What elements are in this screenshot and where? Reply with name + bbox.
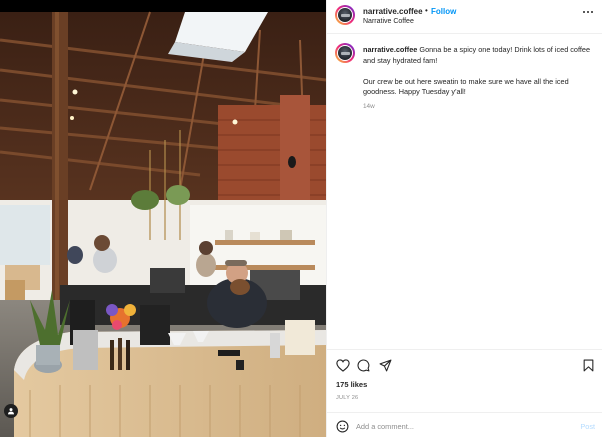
post-comment-button[interactable]: Post — [580, 422, 595, 431]
cafe-interior-photo — [0, 0, 326, 437]
caption-timestamp[interactable]: 14w — [363, 102, 595, 113]
caption-section: narrative.coffee Gonna be a spicy one to… — [327, 34, 602, 354]
caption-text: narrative.coffee Gonna be a spicy one to… — [363, 45, 595, 112]
follow-button[interactable]: Follow — [431, 7, 456, 16]
tags-button[interactable] — [4, 404, 18, 418]
caption-line-2: Our crew be out here sweatin to make sur… — [363, 76, 569, 97]
username-link[interactable]: narrative.coffee — [363, 7, 423, 16]
comment-input[interactable] — [356, 420, 556, 432]
post-date[interactable]: JULY 26 — [336, 395, 358, 401]
post-photo[interactable] — [0, 0, 326, 437]
location-link[interactable]: Narrative Coffee — [363, 18, 414, 25]
caption-username-link[interactable]: narrative.coffee — [363, 45, 417, 54]
comment-bar: Post — [327, 412, 602, 437]
instagram-post: narrative.coffee • Follow Narrative Coff… — [0, 0, 602, 437]
like-count[interactable]: 175 likes — [336, 380, 367, 389]
post-header: narrative.coffee • Follow Narrative Coff… — [327, 0, 602, 34]
post-side-panel: narrative.coffee • Follow Narrative Coff… — [326, 0, 602, 437]
user-tag-icon — [8, 408, 14, 415]
caption-avatar[interactable] — [335, 43, 355, 63]
more-horizontal-icon[interactable] — [582, 11, 593, 14]
separator-dot: • — [425, 6, 428, 15]
heart-icon[interactable] — [336, 359, 350, 372]
post-actions: 175 likes JULY 26 Post — [327, 349, 602, 435]
avatar[interactable] — [335, 5, 355, 25]
bookmark-icon[interactable] — [583, 359, 594, 372]
paper-plane-icon[interactable] — [379, 359, 392, 372]
smiley-icon[interactable] — [336, 420, 349, 433]
comment-bubble-icon[interactable] — [357, 359, 370, 372]
